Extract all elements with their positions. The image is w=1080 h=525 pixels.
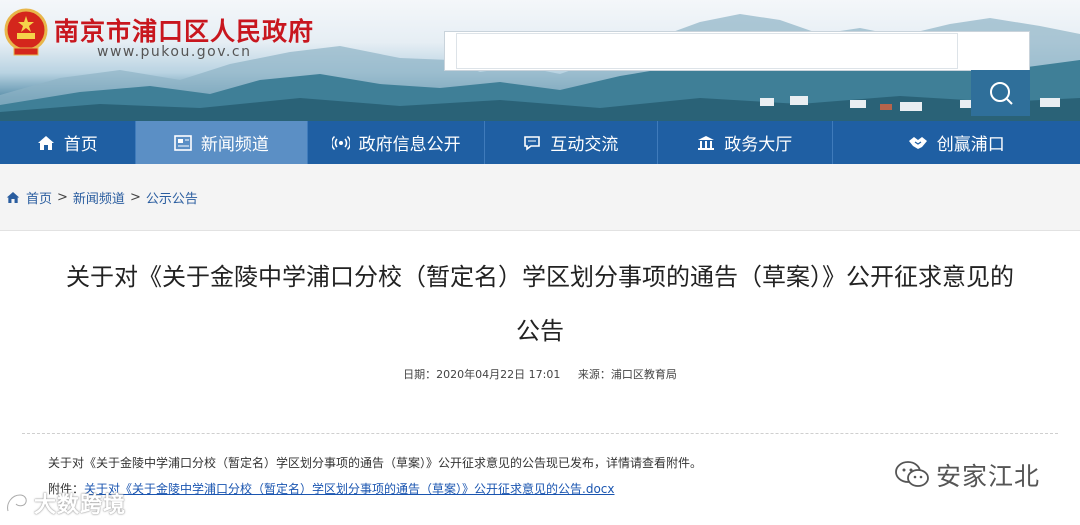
breadcrumb-separator: > [57, 190, 68, 205]
attachment-link[interactable]: 关于对《关于金陵中学浦口分校（暂定名）学区划分事项的通告（草案）》公开征求意见的… [84, 482, 614, 496]
search-input[interactable] [456, 33, 958, 69]
nav-item-label: 首页 [63, 135, 98, 155]
nav-item-win-pukou[interactable]: 创赢浦口 [831, 121, 1080, 164]
article-body: 关于对《关于金陵中学浦口分校（暂定名）学区划分事项的通告（草案）》公开征求意见的… [48, 456, 703, 470]
nav-item-service-hall[interactable]: 政务大厅 [656, 121, 832, 164]
site-domain: www.pukou.gov.cn [97, 44, 252, 60]
nav-item-label: 政务大厅 [724, 135, 793, 155]
nav-item-label: 创赢浦口 [936, 135, 1005, 155]
article-title: 关于对《关于金陵中学浦口分校（暂定名）学区划分事项的通告（草案）》公开征求意见的… [0, 250, 1080, 358]
article-source: 来源：浦口区教育局 [577, 368, 677, 381]
wechat-icon [895, 461, 929, 487]
nav-item-home[interactable]: 首页 [0, 121, 135, 164]
national-emblem-icon [4, 8, 48, 56]
site-title: 南京市浦口区人民政府 [54, 17, 315, 46]
nav-item-label: 新闻频道 [200, 135, 269, 155]
hall-icon [697, 135, 715, 151]
chat-icon [523, 135, 541, 151]
breadcrumb-separator: > [129, 190, 141, 205]
nav-item-label: 政府信息公开 [358, 135, 461, 155]
handshake-icon [908, 135, 928, 151]
nav-item-label: 互动交流 [550, 135, 619, 155]
brand-logo-icon [6, 493, 28, 512]
newspaper-icon [174, 134, 192, 151]
nav-item-interaction[interactable]: 互动交流 [484, 121, 657, 164]
main-nav: 首页 新闻频道 政府信息公开 互动交流 政务大厅 创赢浦口 [0, 121, 1080, 164]
home-icon [6, 191, 20, 204]
watermark-right: 安家江北 [894, 457, 1040, 493]
nav-item-news[interactable]: 新闻频道 [134, 121, 308, 164]
article-meta: 日期：2020年04月22日 17:01 来源：浦口区教育局 [0, 366, 1080, 382]
breadcrumb-news[interactable]: 新闻频道 [73, 188, 125, 207]
attachment-row: 附件：关于对《关于金陵中学浦口分校（暂定名）学区划分事项的通告（草案）》公开征求… [48, 480, 615, 497]
watermark-left: 大数跨境 [4, 487, 126, 519]
breadcrumb-notices[interactable]: 公示公告 [146, 188, 198, 207]
watermark-left-text: 大数跨境 [34, 493, 127, 518]
divider [22, 433, 1058, 434]
breadcrumb-home[interactable]: 首页 [26, 188, 52, 207]
breadcrumb-bar: 首页 > 新闻频道 > 公示公告 [0, 164, 1080, 231]
article-title-line2: 公告 [516, 317, 564, 345]
search-button[interactable] [971, 70, 1030, 116]
search-icon [989, 82, 1013, 105]
article-date: 日期：2020年04月22日 17:01 [403, 368, 561, 381]
breadcrumb: 首页 > 新闻频道 > 公示公告 [6, 188, 198, 207]
nav-item-gov-info[interactable]: 政府信息公开 [307, 121, 484, 164]
broadcast-icon [331, 134, 350, 152]
watermark-right-text: 安家江北 [936, 462, 1041, 491]
article-title-line1: 关于对《关于金陵中学浦口分校（暂定名）学区划分事项的通告（草案）》公开征求意见的 [66, 263, 1014, 291]
home-icon [37, 135, 55, 151]
